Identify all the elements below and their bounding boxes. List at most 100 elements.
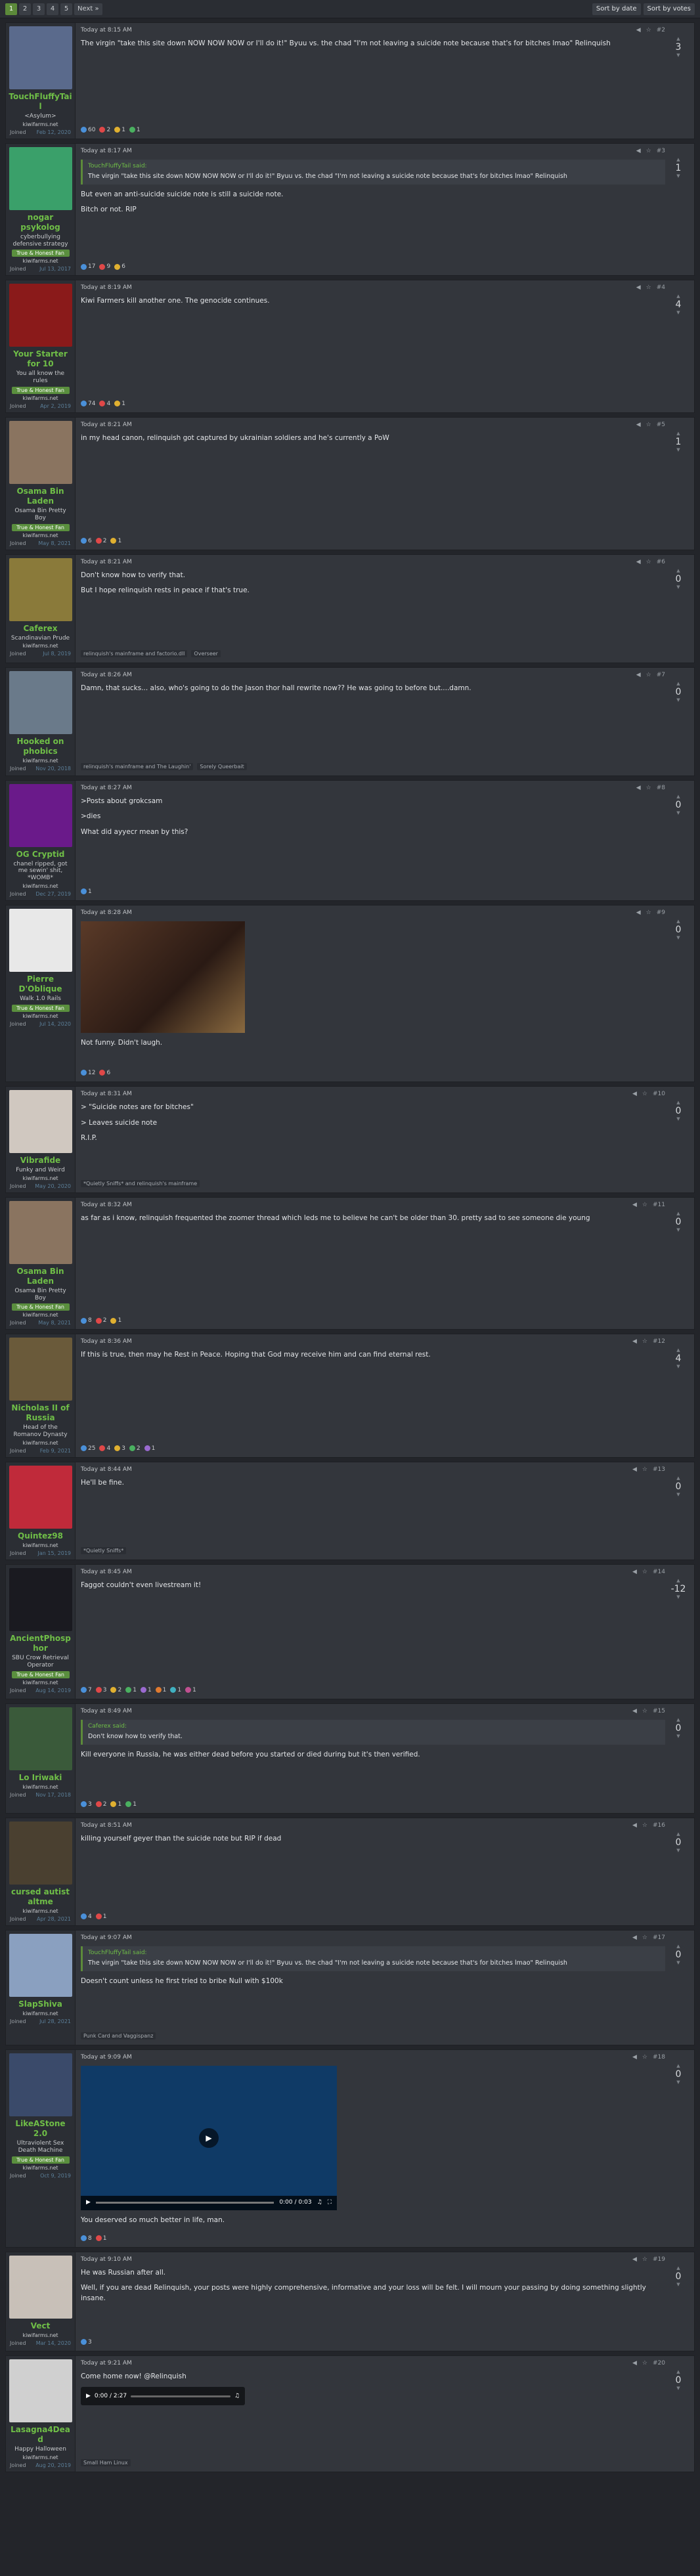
volume-icon[interactable]: ♫	[234, 2392, 240, 2401]
share-icon[interactable]: ◀	[632, 1934, 637, 1941]
post-number[interactable]: #17	[653, 1934, 665, 1941]
post-number[interactable]: #6	[657, 559, 665, 565]
avatar[interactable]	[9, 1933, 72, 1997]
downvote-icon[interactable]: ▼	[670, 2080, 686, 2085]
upvote-icon[interactable]: ▲	[670, 157, 686, 163]
page-link[interactable]: 1	[5, 3, 17, 15]
post-number[interactable]: #15	[653, 1708, 665, 1714]
reacted-by-item[interactable]: Sorely Queerbait	[197, 763, 247, 771]
bookmark-icon[interactable]: ☆	[642, 1822, 647, 1829]
username-link[interactable]: SlapShiva	[9, 1999, 72, 2009]
share-icon[interactable]: ◀	[632, 1338, 637, 1345]
reaction[interactable]: 1	[140, 1687, 152, 1693]
audio-seek-bar[interactable]	[131, 2395, 230, 2397]
downvote-icon[interactable]: ▼	[670, 173, 686, 179]
share-icon[interactable]: ◀	[632, 1569, 637, 1575]
reaction[interactable]: 3	[95, 1687, 106, 1693]
reaction[interactable]: 1	[144, 1445, 155, 1452]
video-player[interactable]: ▶ ▶ 0:00 / 0:03 ♫ ⛶	[81, 2065, 337, 2210]
avatar[interactable]	[9, 908, 72, 972]
bookmark-icon[interactable]: ☆	[646, 909, 651, 916]
upvote-icon[interactable]: ▲	[670, 294, 686, 299]
upvote-icon[interactable]: ▲	[670, 1944, 686, 1950]
post-number[interactable]: #19	[653, 2256, 665, 2263]
post-timestamp[interactable]: Today at 9:07 AM	[81, 1934, 132, 1941]
avatar[interactable]	[9, 783, 72, 847]
downvote-icon[interactable]: ▼	[670, 53, 686, 58]
reaction[interactable]: 6	[81, 538, 92, 544]
username-link[interactable]: TouchFluffyTail	[9, 92, 72, 112]
upvote-icon[interactable]: ▲	[670, 2369, 686, 2375]
reaction[interactable]: 1	[155, 1687, 166, 1693]
reacted-by-item[interactable]: Overseer	[191, 650, 221, 658]
upvote-icon[interactable]: ▲	[670, 1347, 686, 1353]
reaction[interactable]: 1	[114, 401, 125, 407]
upvote-icon[interactable]: ▲	[670, 2265, 686, 2271]
downvote-icon[interactable]: ▼	[670, 2386, 686, 2391]
post-timestamp[interactable]: Today at 9:10 AM	[81, 2256, 132, 2263]
post-number[interactable]: #12	[653, 1338, 665, 1345]
reacted-by-item[interactable]: *Quietly Sniffs* and relinquish's mainfr…	[81, 1180, 200, 1188]
bookmark-icon[interactable]: ☆	[642, 1569, 647, 1575]
bookmark-icon[interactable]: ☆	[642, 1202, 647, 1208]
reaction[interactable]: 1	[81, 888, 92, 895]
reaction[interactable]: 12	[81, 1070, 95, 1076]
reaction[interactable]: 1	[110, 1317, 121, 1324]
post-timestamp[interactable]: Today at 8:21 AM	[81, 422, 132, 428]
reaction[interactable]: 4	[81, 1913, 92, 1920]
username-link[interactable]: AncientPhosphor	[9, 1634, 72, 1653]
post-timestamp[interactable]: Today at 8:21 AM	[81, 559, 132, 565]
bookmark-icon[interactable]: ☆	[646, 27, 651, 33]
reacted-by-item[interactable]: relinquish's mainframe and The Laughin'	[81, 763, 194, 771]
share-icon[interactable]: ◀	[636, 672, 641, 678]
sort-by-date-button[interactable]: Sort by date	[592, 3, 641, 15]
avatar[interactable]	[9, 2359, 72, 2422]
avatar[interactable]	[9, 146, 72, 210]
share-icon[interactable]: ◀	[632, 1202, 637, 1208]
upvote-icon[interactable]: ▲	[670, 431, 686, 437]
quote-author[interactable]: Caferex said:	[88, 1722, 660, 1732]
avatar[interactable]	[9, 1338, 72, 1401]
downvote-icon[interactable]: ▼	[670, 810, 686, 816]
bookmark-icon[interactable]: ☆	[646, 559, 651, 565]
upvote-icon[interactable]: ▲	[670, 36, 686, 42]
reaction[interactable]: 1	[110, 1801, 121, 1808]
post-timestamp[interactable]: Today at 8:26 AM	[81, 672, 132, 678]
post-timestamp[interactable]: Today at 8:49 AM	[81, 1708, 132, 1714]
username-link[interactable]: Hooked on phobics	[9, 737, 72, 756]
post-timestamp[interactable]: Today at 8:44 AM	[81, 1466, 132, 1473]
post-timestamp[interactable]: Today at 8:27 AM	[81, 785, 132, 791]
share-icon[interactable]: ◀	[632, 1091, 637, 1097]
post-number[interactable]: #2	[657, 27, 665, 33]
bookmark-icon[interactable]: ☆	[646, 672, 651, 678]
avatar[interactable]	[9, 420, 72, 484]
reaction[interactable]: 8	[81, 2235, 92, 2242]
post-number[interactable]: #11	[653, 1202, 665, 1208]
post-number[interactable]: #14	[653, 1569, 665, 1575]
downvote-icon[interactable]: ▼	[670, 1364, 686, 1370]
avatar[interactable]	[9, 2255, 72, 2319]
downvote-icon[interactable]: ▼	[670, 1227, 686, 1233]
page-link[interactable]: 5	[60, 3, 72, 15]
reaction[interactable]: 2	[129, 1445, 141, 1452]
reacted-by-item[interactable]: Small Ham Linux	[81, 2459, 131, 2466]
bookmark-icon[interactable]: ☆	[642, 1091, 647, 1097]
post-number[interactable]: #8	[657, 785, 665, 791]
reaction[interactable]: 4	[99, 401, 110, 407]
upvote-icon[interactable]: ▲	[670, 1717, 686, 1723]
reaction[interactable]: 2	[95, 1317, 106, 1324]
username-link[interactable]: Lo Iriwaki	[9, 1773, 72, 1783]
post-timestamp[interactable]: Today at 8:45 AM	[81, 1569, 132, 1575]
play-icon[interactable]: ▶	[86, 2392, 91, 2401]
share-icon[interactable]: ◀	[636, 785, 641, 791]
username-link[interactable]: nogar psykolog	[9, 213, 72, 232]
bookmark-icon[interactable]: ☆	[646, 422, 651, 428]
reaction[interactable]: 2	[95, 538, 106, 544]
avatar[interactable]	[9, 1821, 72, 1885]
share-icon[interactable]: ◀	[632, 1466, 637, 1473]
upvote-icon[interactable]: ▲	[670, 794, 686, 800]
post-timestamp[interactable]: Today at 8:31 AM	[81, 1091, 132, 1097]
downvote-icon[interactable]: ▼	[670, 1492, 686, 1498]
post-timestamp[interactable]: Today at 8:28 AM	[81, 909, 132, 916]
next-page-link[interactable]: Next »	[74, 3, 102, 15]
